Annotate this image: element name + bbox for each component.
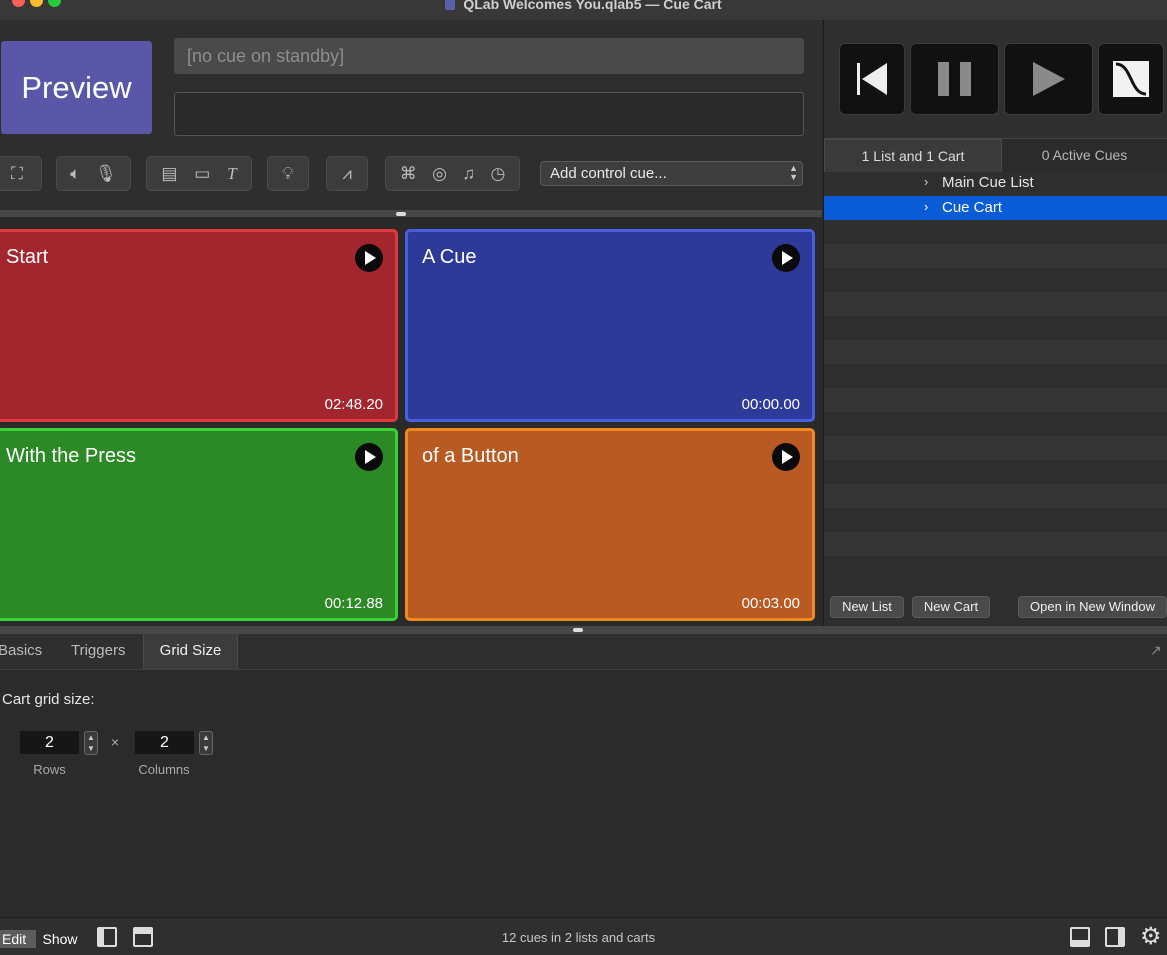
list-item-label: Main Cue List: [942, 174, 1034, 191]
cue-duration: 00:12.88: [324, 595, 383, 612]
cue-duration: 00:00.00: [741, 396, 800, 413]
play-icon[interactable]: [355, 443, 383, 471]
lists-tabs: 1 List and 1 Cart 0 Active Cues: [824, 138, 1167, 172]
cue-duration: 00:03.00: [741, 595, 800, 612]
new-cart-button[interactable]: New Cart: [912, 596, 990, 618]
cue-name: Start: [6, 246, 49, 268]
rows-label: Rows: [33, 762, 66, 777]
inspector-tabs: Basics Triggers Grid Size ↗: [0, 634, 1167, 670]
cue-name: A Cue: [422, 246, 477, 268]
tab-triggers[interactable]: Triggers: [71, 634, 131, 669]
list-stripe: [824, 340, 1167, 364]
midi-icon[interactable]: ◎: [432, 165, 447, 182]
tab-lists-and-carts[interactable]: 1 List and 1 Cart: [824, 139, 1002, 172]
columns-label: Columns: [138, 762, 190, 777]
window-title: QLab Welcomes You.qlab5 — Cue Cart: [0, 0, 1167, 12]
play-icon[interactable]: [355, 244, 383, 272]
notes-field[interactable]: [174, 92, 804, 136]
columns-field[interactable]: 2: [135, 731, 194, 754]
fullscreen-icon[interactable]: ⛶: [11, 165, 23, 182]
list-stripe: [824, 388, 1167, 412]
cue-tile-start[interactable]: Start 02:48.20: [0, 229, 398, 422]
go-button[interactable]: Preview: [1, 41, 152, 134]
tab-basics[interactable]: Basics: [0, 634, 50, 669]
previous-icon: [857, 63, 887, 95]
chevron-right-icon[interactable]: ›: [924, 174, 928, 189]
play-icon: [1032, 62, 1065, 96]
list-item-cue-cart[interactable]: › Cue Cart: [824, 196, 1167, 220]
status-summary: 12 cues in 2 lists and carts: [501, 930, 656, 945]
music-icon[interactable]: ♫: [462, 165, 475, 182]
fade-and-stop-button[interactable]: [1098, 43, 1164, 115]
popout-icon[interactable]: ↗: [1150, 642, 1162, 659]
toolbar-group-control: ⌘ ◎ ♫ ◷: [385, 156, 520, 191]
grip-icon: [573, 628, 583, 632]
columns-stepper[interactable]: ▲ ▼: [199, 731, 213, 755]
network-icon[interactable]: ⌘: [400, 165, 417, 182]
toolbar-group-audio: 🔈︎ 🎙︎: [56, 156, 131, 191]
title-bar: QLab Welcomes You.qlab5 — Cue Cart: [0, 0, 1167, 21]
list-stripe: [824, 532, 1167, 556]
timecode-icon[interactable]: ◷: [490, 165, 505, 182]
cue-duration: 02:48.20: [324, 396, 383, 413]
toolbar-group-video: ▤ ▭ T: [146, 156, 252, 191]
cue-name: of a Button: [422, 445, 519, 467]
cue-cart-grid: Start 02:48.20 A Cue 00:00.00 With the P…: [0, 217, 822, 622]
play-icon[interactable]: [772, 443, 800, 471]
video-icon[interactable]: ▤: [161, 165, 177, 182]
toolbar-group-light: 💡︎: [267, 156, 309, 191]
cue-name: With the Press: [6, 445, 137, 467]
previous-button[interactable]: [839, 43, 905, 115]
tab-grid-size[interactable]: Grid Size: [143, 634, 238, 669]
gear-icon[interactable]: ⚙: [1140, 922, 1162, 951]
light-icon[interactable]: 💡︎: [282, 165, 294, 182]
splitter-handle-top[interactable]: [0, 210, 822, 217]
pause-icon: [937, 62, 971, 96]
grid-size-heading: Cart grid size:: [2, 691, 95, 708]
tab-active-cues[interactable]: 0 Active Cues: [1002, 139, 1167, 172]
toggle-sidebar-icon[interactable]: [1105, 927, 1125, 947]
cue-tile-of-a-button[interactable]: of a Button 00:03.00: [405, 428, 815, 621]
fade-curve-icon: [1113, 61, 1149, 97]
add-control-cue-label: Add control cue...: [550, 165, 667, 182]
standby-field[interactable]: [no cue on standby]: [174, 38, 804, 74]
camera-icon[interactable]: ▭: [194, 165, 210, 182]
new-list-button[interactable]: New List: [830, 596, 904, 618]
add-control-cue-select[interactable]: Add control cue... ▲ ▼: [540, 161, 803, 186]
cue-tile-a-cue[interactable]: A Cue 00:00.00: [405, 229, 815, 422]
list-item-label: Cue Cart: [942, 199, 1003, 216]
toolbar-group-fade: ⩘: [326, 156, 368, 191]
pause-button[interactable]: [910, 43, 999, 115]
chevron-right-icon[interactable]: ›: [924, 199, 928, 214]
document-icon: [445, 0, 456, 10]
list-stripe: [824, 484, 1167, 508]
cue-tile-with-the-press[interactable]: With the Press 00:12.88: [0, 428, 398, 621]
fade-icon[interactable]: ⩘: [342, 165, 352, 182]
list-stripe: [824, 436, 1167, 460]
list-item-main-cue-list[interactable]: › Main Cue List: [824, 171, 1167, 195]
list-stripe: [824, 292, 1167, 316]
list-stripe: [824, 244, 1167, 268]
text-icon[interactable]: T: [227, 165, 236, 182]
audio-icon[interactable]: 🔈︎: [70, 165, 80, 182]
toolbar-group-fullscreen: ⛶: [0, 156, 42, 191]
chevron-updown-icon: ▲ ▼: [789, 163, 798, 182]
open-in-new-window-button[interactable]: Open in New Window: [1018, 596, 1167, 618]
play-icon[interactable]: [772, 244, 800, 272]
splitter-handle-bottom[interactable]: [0, 626, 1167, 634]
mic-icon[interactable]: 🎙︎: [95, 165, 117, 182]
times-sign: ×: [111, 734, 120, 750]
window-title-text: QLab Welcomes You.qlab5 — Cue Cart: [463, 0, 722, 12]
rows-field[interactable]: 2: [20, 731, 79, 754]
play-button[interactable]: [1004, 43, 1093, 115]
grip-icon: [396, 212, 406, 216]
rows-stepper[interactable]: ▲ ▼: [84, 731, 98, 755]
toggle-inspector-icon[interactable]: [1070, 927, 1090, 947]
